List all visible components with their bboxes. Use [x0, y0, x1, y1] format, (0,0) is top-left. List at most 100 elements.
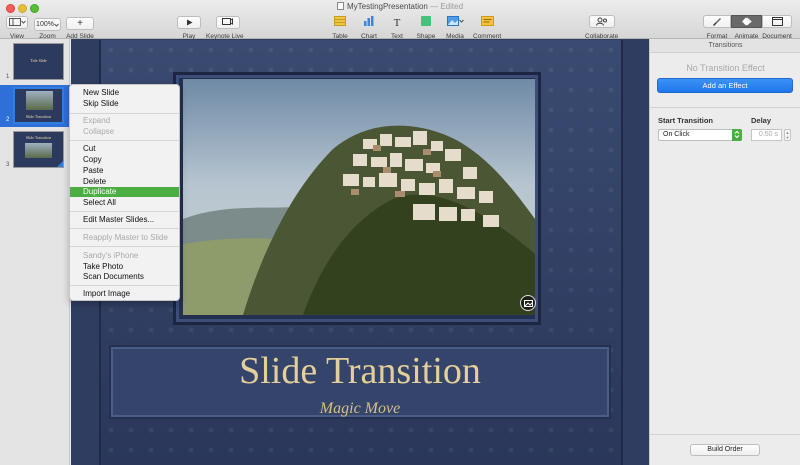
image-icon: [524, 300, 533, 307]
delay-stepper[interactable]: ▲ ▼: [784, 129, 791, 141]
view-button[interactable]: [6, 15, 28, 29]
slide-thumbnail-3[interactable]: Slide Transition: [13, 131, 64, 168]
add-slide-button[interactable]: +: [66, 17, 94, 30]
stepper-down-icon: ▼: [785, 135, 790, 140]
delay-field[interactable]: 0.50 s: [751, 129, 782, 141]
plus-icon: +: [77, 18, 83, 29]
animate-tool[interactable]: Animate: [731, 13, 762, 40]
play-button[interactable]: [177, 16, 201, 29]
animate-button[interactable]: [731, 15, 762, 28]
slide-number: 3: [6, 162, 10, 168]
menu-item-new-slide[interactable]: New Slide: [70, 88, 179, 98]
comment-button[interactable]: [474, 15, 500, 28]
zoom-select[interactable]: 100%: [34, 18, 61, 31]
table-icon: [334, 16, 346, 26]
menu-item-take-photo[interactable]: Take Photo: [70, 262, 179, 272]
slide-title[interactable]: Slide Transition: [109, 349, 611, 393]
chevron-down-icon: [458, 19, 464, 23]
menu-item-paste[interactable]: Paste: [70, 166, 179, 176]
shape-tool[interactable]: Shape: [415, 13, 437, 40]
animate-inspector: Transitions No Transition Effect Add an …: [649, 39, 800, 465]
window-title-text: MyTestingPresentation: [346, 2, 428, 11]
add-effect-button[interactable]: Add an Effect: [657, 78, 793, 93]
chevron-down-icon: [20, 20, 26, 24]
no-transition-text: No Transition Effect: [686, 63, 765, 73]
paintbrush-icon: [713, 18, 721, 26]
thumbnail-title: Slide Transition: [25, 135, 52, 140]
document-tool[interactable]: Document: [762, 13, 792, 40]
window-title: MyTestingPresentation — Edited: [0, 2, 800, 11]
menu-separator: [70, 140, 179, 141]
table-tool[interactable]: Table: [329, 13, 351, 40]
menu-item-scan-documents[interactable]: Scan Documents: [70, 272, 179, 282]
comment-tool[interactable]: Comment: [473, 13, 501, 40]
slide-navigator[interactable]: 1 Title Slide 2 Slide Transition 3 Slide…: [0, 39, 70, 465]
start-transition-value: On Click: [663, 131, 690, 138]
zoom-value: 100%: [36, 21, 54, 28]
view-tool[interactable]: View: [6, 13, 28, 40]
slide-thumbnail-1[interactable]: Title Slide: [13, 43, 64, 80]
menu-item-copy[interactable]: Copy: [70, 155, 179, 165]
slide-subtitle[interactable]: Magic Move: [109, 400, 611, 418]
format-tool[interactable]: Format: [703, 13, 731, 40]
collaborate-tool[interactable]: Collaborate: [585, 13, 618, 40]
menu-separator: [70, 113, 179, 114]
menu-item-expand: Expand: [83, 116, 111, 125]
inspector-separator: [650, 434, 800, 435]
menu-item-collapse: Collapse: [83, 127, 115, 136]
keynote-live-icon: [222, 18, 234, 25]
hillside-town-image: [183, 79, 535, 315]
chart-tool[interactable]: Chart: [358, 13, 380, 40]
text-button[interactable]: T: [386, 17, 408, 30]
play-tool[interactable]: Play: [177, 13, 201, 40]
document-button[interactable]: [762, 15, 792, 28]
sidebar-icon: [8, 18, 21, 26]
inspector-tab-transitions[interactable]: Transitions: [650, 39, 800, 53]
toolbar: MyTestingPresentation — Edited View 100%…: [0, 0, 800, 40]
zoom-tool[interactable]: 100% Zoom: [34, 13, 61, 40]
chart-button[interactable]: [358, 15, 380, 28]
menu-item-select-all[interactable]: Select All: [70, 198, 179, 208]
menu-item-delete[interactable]: Delete: [70, 177, 179, 187]
slide-photo[interactable]: [183, 79, 535, 315]
document-panel-icon: [771, 17, 783, 26]
media-icon: [446, 16, 459, 26]
menu-item-import-image[interactable]: Import Image: [70, 289, 179, 299]
transition-corner-icon: [57, 161, 63, 167]
start-transition-label: Start Transition: [658, 116, 714, 125]
menu-item-skip-slide[interactable]: Skip Slide: [70, 99, 179, 109]
chevron-updown-icon: [734, 130, 740, 139]
media-tool[interactable]: Media: [444, 13, 466, 40]
media-placeholder-button[interactable]: [520, 295, 536, 311]
inspector-separator: [650, 107, 800, 108]
shape-icon: [421, 16, 431, 26]
menu-item-cut[interactable]: Cut: [70, 144, 179, 154]
add-slide-tool[interactable]: + Add Slide: [66, 13, 94, 40]
menu-separator: [70, 246, 179, 247]
menu-item-duplicate[interactable]: Duplicate: [70, 187, 179, 197]
keynote-window: MyTestingPresentation — Edited View 100%…: [0, 0, 800, 465]
select-arrow: [732, 129, 742, 141]
format-button[interactable]: [703, 15, 731, 28]
animate-icon: [742, 17, 752, 26]
chevron-down-icon: [54, 23, 59, 27]
play-icon: [186, 19, 192, 26]
slide-number: 1: [6, 74, 10, 80]
thumbnail-photo: [26, 91, 53, 110]
text-tool[interactable]: T Text: [386, 13, 408, 40]
shape-button[interactable]: [415, 15, 437, 28]
thumbnail-title: Title Slide: [30, 58, 47, 63]
menu-separator: [70, 285, 179, 286]
menu-separator: [70, 228, 179, 229]
menu-item-edit-master-slides[interactable]: Edit Master Slides...: [70, 215, 179, 225]
media-button[interactable]: [444, 15, 466, 28]
menu-item-device-header: Sandy's iPhone: [83, 251, 139, 260]
keynote-live-button[interactable]: [215, 15, 240, 29]
slide-thumbnail-2[interactable]: Slide Transition: [13, 87, 64, 124]
slide-number: 2: [6, 117, 10, 123]
build-order-button[interactable]: Build Order: [690, 444, 760, 456]
collaborate-button[interactable]: [588, 15, 615, 28]
table-button[interactable]: [329, 15, 351, 28]
start-transition-select[interactable]: On Click: [658, 129, 742, 141]
keynote-live-tool[interactable]: Keynote Live: [206, 13, 244, 40]
